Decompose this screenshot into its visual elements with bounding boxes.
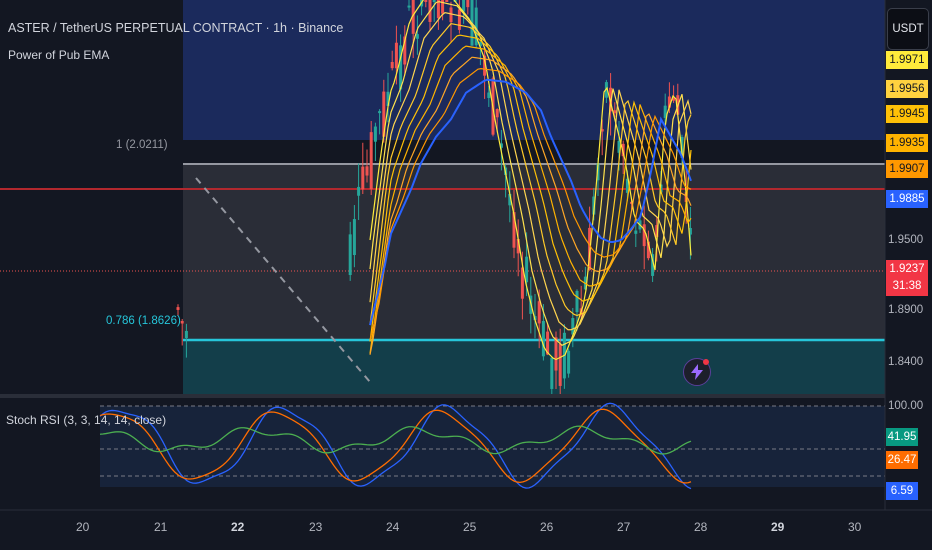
lightning-icon (691, 364, 703, 380)
candle-body (550, 357, 554, 389)
date-label: 20 (76, 520, 90, 534)
currency-button[interactable]: USDT (887, 8, 929, 50)
candle-body (415, 34, 419, 39)
candle-body (180, 320, 184, 324)
ema-tag-5: 1.9907 (886, 160, 928, 178)
date-label: 28 (694, 520, 708, 534)
candle-body (348, 234, 352, 276)
candle-body (361, 166, 365, 190)
date-label: 30 (848, 520, 862, 534)
candle-body (373, 126, 377, 142)
date-label: 26 (540, 520, 554, 534)
date-label: 27 (617, 520, 631, 534)
date-label: 22 (231, 520, 245, 534)
flash-icon[interactable] (683, 358, 711, 386)
pane-separator[interactable] (0, 394, 885, 398)
price-label-3: 1.8400 (888, 356, 924, 368)
candle-body (457, 9, 461, 30)
symbol-title[interactable]: ASTER / TetherUS PERPETUAL CONTRACT · 1h… (8, 21, 343, 35)
candle-body (445, 0, 449, 2)
candle-body (537, 301, 541, 324)
candle-body (424, 0, 428, 2)
candle-body (495, 109, 499, 118)
stoch-k-tag: 6.59 (886, 482, 918, 500)
notification-dot (703, 359, 709, 365)
stoch-d-tag: 26.47 (886, 451, 918, 469)
candle-body (357, 186, 361, 196)
date-label: 24 (386, 520, 400, 534)
candle-body (407, 5, 411, 8)
current-price-value: 1.9237 (889, 263, 925, 275)
candle-body (378, 111, 382, 114)
ema-tag-2: 1.9956 (886, 80, 928, 98)
candle-body (487, 92, 491, 98)
date-label: 25 (463, 520, 477, 534)
candle-body (558, 343, 562, 386)
chart-canvas[interactable] (0, 0, 932, 550)
fib-label-1: 1 (2.0211) (116, 139, 168, 151)
candle-body (449, 7, 453, 23)
candle-body (352, 219, 356, 256)
candle-body (176, 307, 180, 310)
candle-body (369, 132, 373, 190)
stoch-rsi-tag: 41.95 (886, 428, 918, 446)
date-label: 23 (309, 520, 323, 534)
candle-body (390, 61, 394, 69)
date-label: 29 (771, 520, 785, 534)
candle-body (365, 166, 369, 176)
candle-body (394, 42, 398, 69)
candle-body (575, 290, 579, 313)
fib-zone-lower (183, 340, 885, 394)
candle-body (432, 0, 436, 2)
date-label: 21 (154, 520, 168, 534)
stoch-axis-top: 100.00 (888, 400, 924, 412)
indicator-label[interactable]: Power of Pub EMA (8, 48, 109, 62)
candle-body (554, 337, 558, 371)
stoch-rsi-label[interactable]: Stoch RSI (3, 3, 14, 14, close) (6, 413, 166, 427)
candle-body (634, 230, 638, 234)
fib-label-0786: 0.786 (1.8626) (106, 315, 181, 327)
ema-tag-3: 1.9945 (886, 105, 928, 123)
candle-body (466, 0, 470, 8)
ema-tag-1: 1.9971 (886, 51, 928, 69)
candle-body (541, 320, 545, 357)
current-price-tag: 1.9237 31:38 (886, 260, 928, 296)
price-label-1: 1.9500 (888, 234, 924, 246)
countdown-value: 31:38 (892, 280, 922, 292)
candle-body (184, 330, 188, 339)
ema-tag-4: 1.9935 (886, 134, 928, 152)
price-label-2: 1.8900 (888, 304, 924, 316)
ema-tag-slow: 1.9885 (886, 190, 928, 208)
candle-body (567, 350, 571, 374)
